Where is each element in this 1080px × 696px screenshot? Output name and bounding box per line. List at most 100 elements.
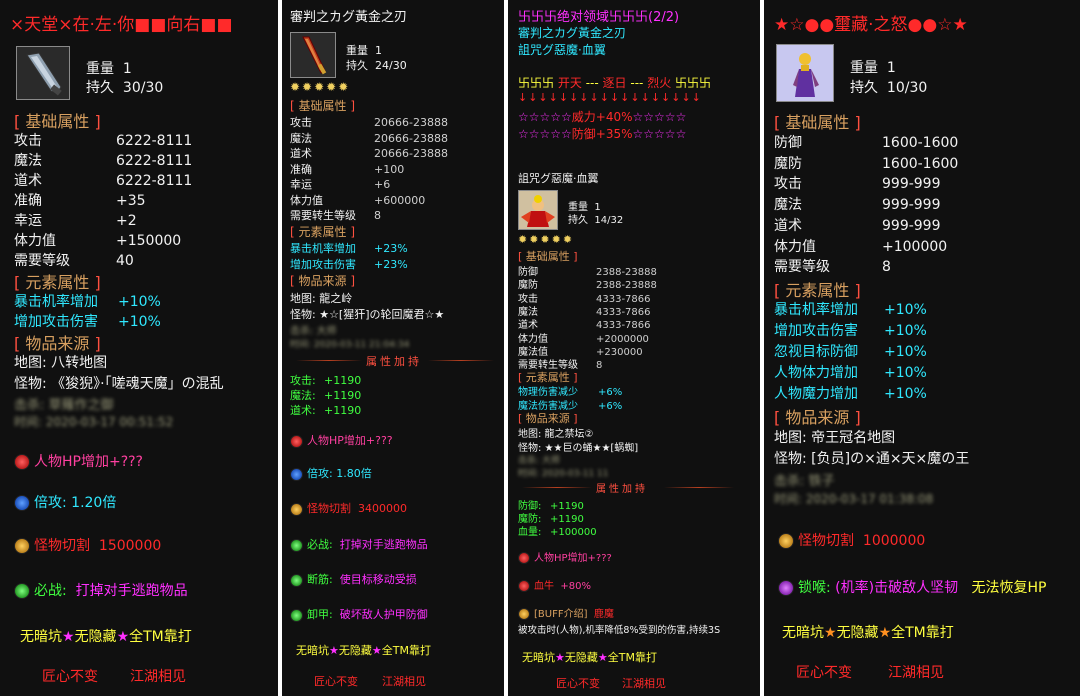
base-attr-row-value: 8 (374, 209, 381, 222)
element-attr-row: 增加攻击伤害 +23% (290, 256, 408, 272)
item-tooltip-panel-1: ×天堂×在·左·你■■向右■■ 重量 1 持久 30/30 [ 基础属性 ] 攻… (0, 0, 278, 696)
element-attr-row-value: +10% (884, 386, 927, 402)
gold-gem-icon (14, 538, 30, 554)
base-attr-row-label: 体力值 (14, 233, 56, 249)
base-attr-row-value: +100000 (882, 238, 948, 255)
no-trick-row: 无暗坑★无隐藏★全TM靠打 (782, 625, 954, 641)
base-attr-row-value: 40 (116, 253, 134, 269)
durability-value: 24/30 (375, 59, 407, 72)
element-attr-row-label: 暴击机率增加 (774, 302, 858, 318)
base-attr-row: 道术 20666-23888 (290, 145, 448, 161)
set-bonus-power: ☆☆☆☆☆威力+40%☆☆☆☆☆ (518, 110, 687, 124)
durability-label: 持久 (346, 59, 368, 72)
green-gem-icon (14, 583, 30, 599)
source-map: 地图: 龍之岭 (290, 292, 353, 305)
durability-label: 持久 (850, 80, 878, 96)
base-attr-row-label: 魔法 (14, 153, 42, 169)
no-trick-row: 无暗坑★无隐藏★全TM靠打 (20, 629, 192, 645)
bonus-row: 攻击: +1190 (290, 372, 361, 388)
element-attr-row: 暴击机率增加 +10% (14, 291, 161, 311)
element-attr-row: 人物体力增加 +10% (774, 362, 927, 382)
item-icon-blade[interactable] (290, 32, 336, 78)
source-header: [ 物品来源 ] (774, 408, 861, 427)
base-attr-row-value: +150000 (116, 233, 182, 249)
source-monster: 怪物: ★★巨の蛹★★[蜗蜘] (518, 443, 639, 454)
bonus-row-value: +1190 (324, 404, 362, 417)
bonus-row-label: 道术: (290, 404, 316, 417)
gold-gem-icon (778, 533, 794, 549)
base-attr-row: 准确 +100 (290, 161, 404, 177)
source-header: [ 物品来源 ] (14, 334, 101, 353)
base-attr-row-value: 1600-1600 (882, 155, 959, 172)
element-attr-row-label: 增加攻击伤害 (774, 323, 858, 339)
base-attr-row-label: 需要等级 (774, 259, 830, 276)
element-attr-row-label: 人物魔力增加 (774, 386, 858, 402)
footer-slogan-2: 江湖相见 (622, 677, 666, 690)
item-icon-wings[interactable] (518, 190, 558, 230)
weight-value: 1 (122, 61, 132, 77)
buff-description: 被攻击时(人物),机率降低8%受到的伤害,持续3S (518, 625, 721, 636)
footer-slogan-2: 江湖相见 (130, 669, 186, 685)
base-attr-row-label: 幸运 (290, 178, 312, 191)
element-attr-row: 增加攻击伤害 +10% (14, 311, 161, 331)
source-time: 时间: 2020-03-17 01:38:08 (774, 492, 934, 506)
base-attr-header: [ 基础属性 ] (774, 113, 861, 132)
source-monster: 怪物: [负员]の×通×天×魔の王 (774, 451, 970, 467)
red-gem-icon (290, 434, 303, 448)
green-gem-icon (290, 573, 303, 587)
durability-value: 30/30 (122, 80, 164, 96)
weight-label: 重量 (86, 61, 114, 77)
base-attr-row: 防御 1600-1600 (774, 132, 958, 152)
element-attr-row-label: 忽视目标防御 (774, 344, 858, 360)
element-attr-row-label: 增加攻击伤害 (290, 258, 356, 271)
red-gem-icon (518, 552, 530, 564)
green-gem-icon (290, 608, 303, 622)
footer-slogan-1: 匠心不变 (314, 675, 358, 688)
divider-left (296, 360, 362, 361)
base-attr-row-value: 999-999 (882, 176, 941, 193)
red-gem-icon (518, 580, 530, 592)
source-time: 时间: 2020-03-11 11 (518, 469, 609, 479)
base-attr-row-value: 6222-8111 (116, 133, 193, 149)
sword-icon (26, 52, 62, 96)
base-attr-row-value: 20666-23888 (374, 131, 448, 145)
base-attr-row-label: 道术 (290, 147, 312, 160)
element-attr-row-label: 增加攻击伤害 (14, 314, 98, 330)
armored-figure-icon (777, 45, 833, 101)
base-attr-row-value: 999-999 (882, 197, 941, 214)
base-attr-row: 准确 +35 (14, 190, 146, 210)
base-attr-row: 魔防 1600-1600 (774, 153, 958, 173)
base-attr-row-value: 6222-8111 (116, 153, 193, 169)
source-map: 地图: 八转地图 (14, 355, 108, 371)
source-header: [ 物品来源 ] (518, 412, 578, 425)
item-icon-figure[interactable] (776, 44, 834, 102)
source-killer: 击杀: 大师 (518, 456, 560, 466)
blood-row: 血牛 +80% (518, 577, 591, 592)
purple-gem-icon (778, 580, 794, 596)
element-attr-row-label: 人物体力增加 (774, 365, 858, 381)
divider-right (428, 360, 494, 361)
green-gem-icon (290, 538, 303, 552)
star-rating: ✹✹✹✹✹ (290, 80, 351, 94)
multiplier-row: 倍攻: 1.80倍 (290, 465, 372, 481)
source-map: 地图: 帝王冠名地图 (774, 430, 896, 446)
base-attr-row-value: 999-999 (882, 217, 941, 234)
element-attr-row-value: +23% (374, 258, 408, 271)
hp-bonus-row: 人物HP增加+??? (290, 432, 393, 448)
source-killer: 击杀: 草薙作之御 (14, 398, 114, 413)
no-trick-row: 无暗坑★无隐藏★全TM靠打 (296, 644, 431, 657)
bonus-row-value: +1190 (324, 389, 362, 402)
bonus-row: 血量: +100000 (518, 523, 597, 538)
element-attr-row-value: +23% (374, 242, 408, 255)
divider-right (664, 487, 734, 488)
base-attr-row-label: 需要等级 (14, 253, 70, 269)
set-seal-row: 卐卐卐 开天 --- 逐日 --- 烈火 卐卐卐 (518, 76, 712, 90)
bonus-row-value: +1190 (324, 374, 362, 387)
base-attr-row: 体力值 +150000 (14, 230, 181, 250)
base-attr-row-label: 需要转生等级 (290, 209, 356, 222)
item-icon-sword[interactable] (16, 46, 70, 100)
base-attr-row: 攻击 6222-8111 (14, 130, 192, 150)
base-attr-row: 攻击 999-999 (774, 173, 941, 193)
buff-row: [BUFF介绍] 鹿魔 (518, 605, 614, 620)
element-attr-row-value: +10% (884, 323, 927, 339)
